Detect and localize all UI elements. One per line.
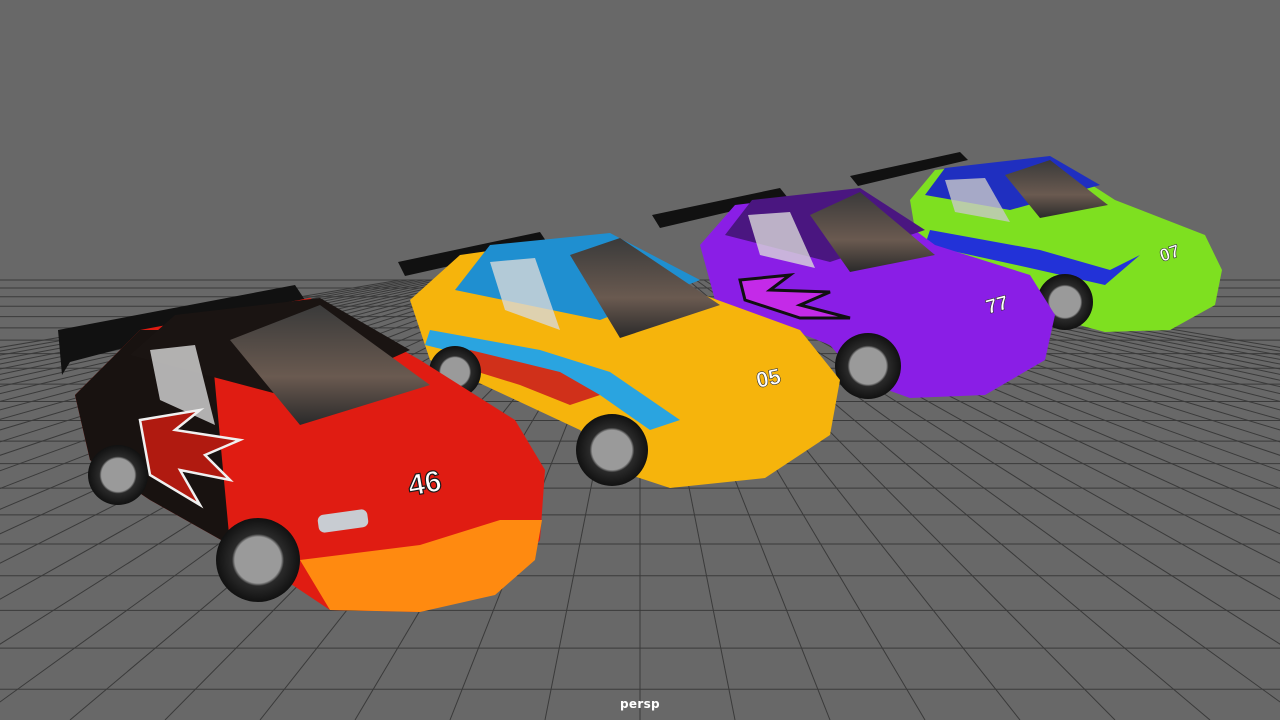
viewport-scene: 07 77 05 46 (0, 152, 1280, 720)
car-wheel (88, 445, 148, 505)
car-wheel (835, 333, 901, 399)
car-number: 46 (405, 465, 444, 503)
car-wheel (216, 518, 300, 602)
3d-viewport[interactable]: 07 77 05 46 persp (0, 0, 1280, 720)
car-number: 05 (754, 363, 783, 393)
car-wheel (576, 414, 648, 486)
camera-label: persp (620, 697, 660, 711)
